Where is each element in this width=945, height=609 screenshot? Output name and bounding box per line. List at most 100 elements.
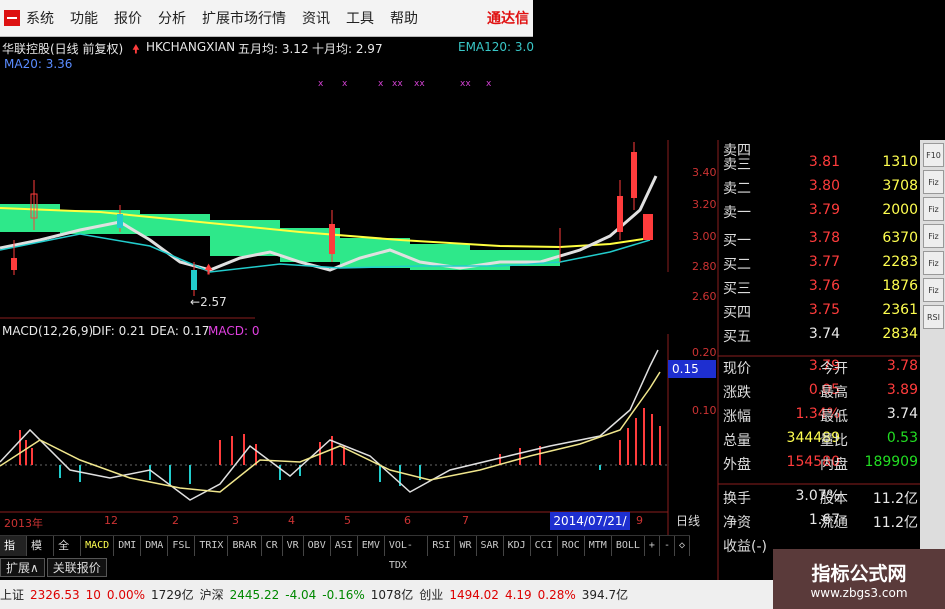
timeline-month: 5 [344,514,351,527]
buy-row: 买四 3.75 2361 [723,302,918,321]
sh-amount: 1729亿 [151,588,194,602]
macd-dif-line [0,349,659,501]
timeline-month: 7 [462,514,469,527]
tab-mtm[interactable]: MTM [585,536,612,556]
trend-band [0,204,560,270]
tab-wr[interactable]: WR [455,536,477,556]
macd-value: MACD: 0 [208,324,260,338]
buy-row: 买二 3.77 2283 [723,254,918,273]
candle-body [631,152,637,198]
candle-body [617,196,623,232]
tab-dmi[interactable]: DMI [114,536,142,556]
tab-related-quotes[interactable]: 关联报价 [46,557,107,577]
signal-marker: x [378,79,384,89]
tab-cci[interactable]: CCI [531,536,558,556]
tab-remove-button[interactable]: - [660,536,675,556]
tab-kdj[interactable]: KDJ [504,536,531,556]
tab-vol-tdx[interactable]: VOL-TDX [385,536,429,571]
signal-marker: x [318,79,324,89]
sell-row: 卖二 3.80 3708 [723,178,918,197]
hs-percent: -0.16% [322,587,365,602]
tab-options-button[interactable]: ◇ [675,536,690,556]
signal-marker: x [486,79,492,89]
hs-change: -4.04 [285,587,317,602]
signal-marker: xx [392,79,403,89]
signal-markers: xx x xx xx xx x [318,79,492,89]
quote-row: 涨跌 0.05 最高 3.89 [723,382,918,401]
cy-percent: 0.28% [537,587,576,602]
rsi-button[interactable]: RSI [923,305,944,329]
timeline-month: 9 [636,514,643,527]
current-date: 2014/07/21/— [550,512,630,546]
tab-roc[interactable]: ROC [558,536,585,556]
sell-row: 卖一 3.79 2000 [723,202,918,221]
sh-change: 10 [85,587,101,602]
macd-dea: DEA: 0.17 [150,324,210,338]
candle-body [329,224,335,254]
fiz-button[interactable]: Fiz [923,278,944,302]
redaction-block [255,272,687,334]
tab-all[interactable]: 全部 [54,536,82,572]
stock-info-panel: 换手 3.07% 股本 11.2亿 净资 1.67 流通 11.2亿 收益(-) [720,488,920,555]
timeline-month: 4 [288,514,295,527]
signal-marker: xx [460,79,471,89]
quote-row: 总量 344489 量比 0.53 [723,430,918,449]
side-toolbar: F10 Fiz Fiz Fiz Fiz Fiz RSI [920,140,945,580]
tab-extend[interactable]: 扩展∧ [0,557,45,577]
tab-fsl[interactable]: FSL [168,536,196,556]
tab-macd[interactable]: MACD [81,536,115,556]
watermark-url: www.zbgs3.com [810,585,908,600]
cy-value: 1494.02 [449,587,499,602]
tab-sar[interactable]: SAR [477,536,504,556]
hs-value: 2445.22 [229,587,280,602]
sh-percent: 0.00% [106,587,146,602]
fiz-button[interactable]: Fiz [923,251,944,275]
price-tick: 3.20 [692,198,717,211]
fiz-button[interactable]: Fiz [923,224,944,248]
tab-brar[interactable]: BRAR [228,536,262,556]
tab-rsi[interactable]: RSI [428,536,456,556]
macd-tick: 0.10 [692,404,717,417]
sh-value: 2326.53 [30,587,80,602]
price-tick: 3.40 [692,166,717,179]
tab-template[interactable]: 模板 [27,536,55,572]
hs-label: 沪深 [199,588,224,602]
fiz-button[interactable]: Fiz [923,197,944,221]
watermark: 指标公式网 www.zbgs3.com [773,549,945,609]
sell-row: 卖三 3.81 1310 [723,154,918,173]
candle-body [117,214,123,228]
macd-dif: DIF: 0.21 [92,324,146,338]
candle-body [191,270,197,290]
hs-amount: 1078亿 [370,588,414,602]
quote-panel: 现价 3.79 今开 3.78 涨跌 0.05 最高 3.89 涨幅 1.34% 最低 3.… [720,358,920,482]
price-tick: 3.00 [692,230,717,243]
timeline-month: 6 [404,514,411,527]
tab-add-button[interactable]: + [645,536,660,556]
candle-body [643,214,653,240]
quote-row: 涨幅 1.34% 最低 3.74 [723,406,918,425]
tab-cr[interactable]: CR [262,536,283,556]
price-tick: 2.80 [692,260,717,273]
macd-params: MACD(12,26,9) [2,324,94,338]
cy-amount: 394.7亿 [581,588,629,602]
signal-marker: xx [414,79,425,89]
f10-button[interactable]: F10 [923,143,944,167]
macd-histogram [19,408,661,486]
macd-dea-line [0,371,661,493]
tab-boll[interactable]: BOLL [612,536,645,556]
fiz-button[interactable]: Fiz [923,170,944,194]
tab-obv[interactable]: OBV [304,536,331,556]
tab-indicator[interactable]: 指标 [0,536,28,572]
tab-trix[interactable]: TRIX [195,536,229,556]
price-tick: 2.60 [692,290,717,303]
buy-row: 买三 3.76 1876 [723,278,918,297]
period-label[interactable]: 日线 [676,512,700,529]
tab-emv[interactable]: EMV [358,536,385,556]
tab-asi[interactable]: ASI [331,536,358,556]
timeline-month: 2 [172,514,179,527]
tab-dma[interactable]: DMA [141,536,169,556]
sh-label: 上证 [0,588,25,602]
candle-body [11,258,17,270]
timeline-month: 12 [104,514,118,527]
tab-vr[interactable]: VR [283,536,304,556]
